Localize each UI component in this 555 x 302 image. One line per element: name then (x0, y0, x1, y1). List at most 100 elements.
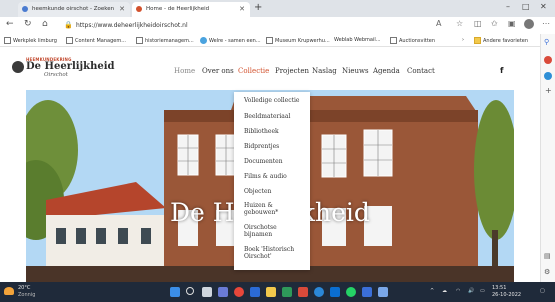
task-view-icon[interactable] (202, 287, 212, 297)
url-input[interactable]: https://www.deheerlijkheidoirschot.nl (76, 20, 426, 31)
globe-icon (200, 37, 207, 44)
page-icon (266, 37, 273, 44)
read-aloud-icon[interactable]: A (436, 19, 441, 28)
favorites-icon[interactable]: ✩ (491, 19, 498, 28)
tab-label: Home - de Heerlijkheid (146, 6, 210, 12)
weather-desc: Zonnig (18, 292, 36, 298)
folder-icon (474, 37, 481, 44)
back-icon[interactable]: ← (6, 19, 14, 29)
menu-item-boek-historisch-line2[interactable]: Oirschot' (244, 253, 272, 260)
search-icon[interactable] (186, 287, 194, 295)
bookmark-item[interactable]: Content Managem... (66, 37, 126, 44)
outlook-icon[interactable] (330, 287, 340, 297)
lock-icon: 🔒 (64, 21, 73, 29)
menu-item-objecten[interactable]: Objecten (244, 188, 271, 195)
menu-item-bibliotheek[interactable]: Bibliotheek (244, 128, 279, 135)
other-favorites-label: Andere favorieten (483, 38, 529, 44)
page-icon (390, 37, 397, 44)
new-tab-button[interactable]: + (254, 2, 262, 13)
nav-naslag[interactable]: Naslag (312, 67, 337, 75)
nav-contact[interactable]: Contact (407, 67, 435, 75)
nav-collectie[interactable]: Collectie (238, 67, 269, 75)
bookmark-item[interactable]: historiemanagem... (136, 37, 194, 44)
menu-item-huizen-gebouwen-line2[interactable]: gebouwen* (244, 209, 278, 216)
more-options-icon[interactable]: ⋯ (542, 19, 550, 28)
battery-icon[interactable]: ▭ (480, 288, 485, 294)
app-icon[interactable] (378, 287, 388, 297)
refresh-icon[interactable]: ↻ (24, 19, 32, 29)
menu-item-huizen-gebouwen-line1[interactable]: Huizen & (244, 202, 273, 209)
bookmark-item[interactable]: Werkplek limburg (4, 37, 57, 44)
clock-time[interactable]: 13:51 (492, 285, 506, 291)
close-icon[interactable]: ✕ (239, 5, 245, 13)
tools-icon[interactable] (544, 72, 552, 80)
excel-icon[interactable] (282, 287, 292, 297)
shopping-icon[interactable] (544, 56, 552, 64)
chrome-icon[interactable] (234, 287, 244, 297)
powerpoint-icon[interactable] (298, 287, 308, 297)
tab-search[interactable]: heemkunde oirschot - Zoeken ✕ (18, 2, 130, 17)
nav-agenda[interactable]: Agenda (373, 67, 400, 75)
logo-subtitle: Oirschot (44, 72, 68, 78)
menu-item-oirschotse-bijnamen-line1[interactable]: Oirschotse (244, 224, 277, 231)
menu-item-volledige-collectie[interactable]: Volledige collectie (244, 97, 299, 104)
tab-label: heemkunde oirschot - Zoeken (32, 6, 115, 12)
bookmark-item[interactable]: Welre - samen een... (200, 37, 261, 44)
add-icon[interactable]: + (545, 86, 552, 95)
search-icon[interactable]: ⚲ (544, 38, 549, 46)
facebook-icon[interactable]: f (500, 66, 503, 75)
home-icon[interactable]: ⌂ (42, 19, 48, 29)
close-icon[interactable]: ✕ (119, 5, 125, 13)
bookmark-item[interactable]: Auctionsvitten (390, 37, 435, 44)
windows-start-icon[interactable] (170, 287, 180, 297)
site-favicon-icon (136, 6, 142, 12)
minimize-button[interactable]: – (506, 2, 510, 11)
file-explorer-icon[interactable] (266, 287, 276, 297)
volume-icon[interactable]: 🔊 (468, 288, 474, 294)
bookmark-label: historiemanagem... (145, 38, 194, 44)
chevron-up-icon[interactable]: ^ (430, 288, 434, 294)
app-icon[interactable] (362, 287, 372, 297)
bookmark-label: Content Managem... (75, 38, 126, 44)
close-window-button[interactable]: ✕ (540, 2, 547, 11)
settings-icon[interactable]: ⚙ (544, 268, 550, 276)
weather-temp[interactable]: 20°C (18, 285, 30, 291)
word-icon[interactable] (250, 287, 260, 297)
bookmark-label: Welre - samen een... (209, 38, 261, 44)
page-icon (136, 37, 143, 44)
whatsapp-icon[interactable] (346, 287, 356, 297)
menu-item-films-audio[interactable]: Films & audio (244, 173, 287, 180)
menu-item-beeldmateriaal[interactable]: Beeldmateriaal (244, 113, 290, 120)
clock-date[interactable]: 26-10-2022 (492, 292, 521, 298)
menu-item-documenten[interactable]: Documenten (244, 158, 283, 165)
bookmark-item[interactable]: Museum Krupwerhu... (266, 37, 330, 44)
favorite-star-icon[interactable]: ☆ (456, 19, 463, 28)
maximize-button[interactable]: □ (522, 2, 530, 11)
profile-avatar[interactable] (524, 19, 534, 29)
collections-icon[interactable]: ▣ (508, 19, 516, 28)
logo-icon[interactable] (12, 61, 24, 73)
nav-projecten[interactable]: Projecten (275, 67, 309, 75)
menu-item-boek-historisch-line1[interactable]: Boek 'Historisch (244, 246, 294, 253)
notifications-icon[interactable]: ▢ (540, 288, 545, 294)
split-screen-icon[interactable]: ◫ (474, 19, 482, 28)
wifi-icon[interactable]: ◠ (456, 288, 460, 294)
sidebar-toggle-icon[interactable]: ▤ (544, 252, 551, 260)
logo-title[interactable]: De Heerlijkheid (26, 61, 115, 72)
other-favorites[interactable]: Andere favorieten (474, 37, 528, 44)
bookmark-item[interactable]: Weblab Webmail... (334, 37, 381, 43)
edge-icon[interactable] (314, 287, 324, 297)
menu-item-oirschotse-bijnamen-line2[interactable]: bijnamen (244, 231, 272, 238)
nav-home[interactable]: Home (174, 67, 195, 75)
search-icon (22, 6, 28, 12)
tab-home[interactable]: Home - de Heerlijkheid ✕ (132, 2, 250, 17)
page-icon (4, 37, 11, 44)
weather-icon[interactable] (4, 287, 14, 295)
chevron-right-icon[interactable]: › (462, 37, 464, 43)
nav-nieuws[interactable]: Nieuws (342, 67, 369, 75)
menu-item-bidprentjes[interactable]: Bidprentjes (244, 143, 279, 150)
bookmark-label: Weblab Webmail... (334, 37, 381, 43)
nav-over-ons[interactable]: Over ons (202, 67, 234, 75)
cloud-icon[interactable]: ☁ (442, 288, 447, 294)
teams-icon[interactable] (218, 287, 228, 297)
